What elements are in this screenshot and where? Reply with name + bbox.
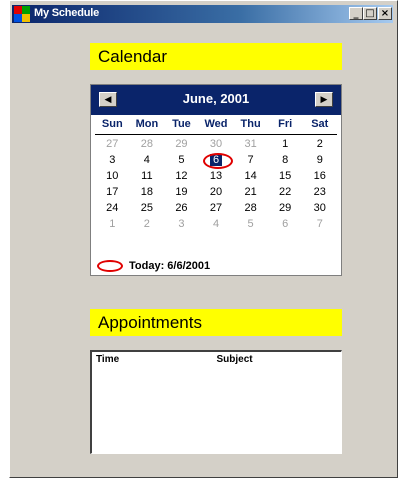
weekday-label: Tue [172, 118, 191, 130]
calendar-day[interactable]: 27 [199, 200, 234, 216]
appointments-list[interactable]: Time Subject [90, 350, 342, 454]
next-month-button[interactable]: ▶ [315, 92, 333, 107]
calendar-day[interactable]: 15 [268, 168, 303, 184]
weekday-label: Wed [204, 118, 228, 130]
maximize-button[interactable]: □ [363, 7, 377, 20]
calendar-day[interactable]: 24 [95, 200, 130, 216]
calendar-day[interactable]: 17 [95, 184, 130, 200]
calendar-day[interactable]: 31 [233, 136, 268, 152]
calendar-week: 10 11 12 13 14 15 16 [95, 168, 337, 184]
weekday-label: Sat [311, 118, 329, 130]
appointments-label: Appointments [90, 309, 342, 336]
calendar-day[interactable]: 1 [268, 136, 303, 152]
calendar-day[interactable]: 22 [268, 184, 303, 200]
close-button[interactable]: × [378, 7, 392, 20]
calendar-day[interactable]: 28 [233, 200, 268, 216]
calendar-day[interactable]: 6 [268, 216, 303, 232]
calendar-day[interactable]: 12 [164, 168, 199, 184]
calendar-week: 3 4 5 6 7 8 9 [95, 152, 337, 169]
calendar-day[interactable]: 5 [233, 216, 268, 232]
calendar-week: 17 18 19 20 21 22 23 [95, 184, 337, 200]
calendar-day[interactable]: 29 [164, 136, 199, 152]
calendar-day[interactable]: 19 [164, 184, 199, 200]
calendar-day[interactable]: 11 [130, 168, 165, 184]
calendar-day[interactable]: 16 [302, 168, 337, 184]
weekday-header: Sun Mon Tue Wed Thu Fri Sat [95, 118, 337, 135]
calendar-day[interactable]: 29 [268, 200, 303, 216]
calendar-day[interactable]: 4 [130, 152, 165, 168]
calendar-day[interactable]: 13 [199, 168, 234, 184]
calendar-day[interactable]: 2 [130, 216, 165, 232]
weekday-label: Mon [135, 118, 159, 130]
calendar-day[interactable]: 28 [130, 136, 165, 152]
app-window: My Schedule _ □ × Calendar ◀ June, 2001 … [9, 0, 398, 478]
calendar-day[interactable]: 2 [302, 136, 337, 152]
calendar-day[interactable]: 7 [233, 152, 268, 168]
calendar-day[interactable]: 8 [268, 152, 303, 168]
column-header-time[interactable]: Time [96, 354, 217, 365]
calendar-day[interactable]: 14 [233, 168, 268, 184]
calendar-day[interactable]: 30 [199, 136, 234, 152]
calendar-day[interactable]: 30 [302, 200, 337, 216]
calendar-label: Calendar [90, 43, 342, 70]
calendar-day[interactable]: 10 [95, 168, 130, 184]
calendar-day[interactable]: 1 [95, 216, 130, 232]
calendar-day[interactable]: 5 [164, 152, 199, 168]
calendar-header: ◀ June, 2001 ▶ [91, 85, 341, 115]
calendar-day-selected[interactable]: 6 [199, 152, 234, 169]
calendar-week: 27 28 29 30 31 1 2 [95, 136, 337, 152]
calendar-day[interactable]: 23 [302, 184, 337, 200]
title-bar[interactable]: My Schedule _ □ × [12, 5, 393, 23]
list-header: Time Subject [92, 352, 341, 367]
weekday-label: Thu [240, 118, 261, 130]
calendar-day[interactable]: 9 [302, 152, 337, 168]
calendar-week: 24 25 26 27 28 29 30 [95, 200, 337, 216]
weekday-label: Sun [101, 118, 123, 130]
calendar-day[interactable]: 7 [302, 216, 337, 232]
column-header-subject[interactable]: Subject [217, 354, 338, 365]
month-calendar[interactable]: ◀ June, 2001 ▶ Sun Mon Tue Wed Thu Fri S… [90, 84, 342, 276]
calendar-day[interactable]: 3 [164, 216, 199, 232]
calendar-day[interactable]: 27 [95, 136, 130, 152]
calendar-day[interactable]: 21 [233, 184, 268, 200]
calendar-day[interactable]: 26 [164, 200, 199, 216]
window-title: My Schedule [34, 7, 100, 19]
calendar-day[interactable]: 3 [95, 152, 130, 168]
calendar-day[interactable]: 20 [199, 184, 234, 200]
calendar-grid: 27 28 29 30 31 1 2 3 4 5 6 7 8 9 10 11 1… [95, 136, 337, 232]
app-icon [14, 6, 30, 22]
calendar-week: 1 2 3 4 5 6 7 [95, 216, 337, 232]
calendar-day[interactable]: 25 [130, 200, 165, 216]
today-label: Today: 6/6/2001 [129, 260, 211, 272]
month-title[interactable]: June, 2001 [91, 91, 341, 106]
calendar-day[interactable]: 4 [199, 216, 234, 232]
today-circle-icon [97, 260, 123, 272]
minimize-button[interactable]: _ [349, 7, 363, 20]
weekday-label: Fri [278, 118, 293, 130]
today-link[interactable]: Today: 6/6/2001 [97, 259, 210, 273]
calendar-day[interactable]: 18 [130, 184, 165, 200]
